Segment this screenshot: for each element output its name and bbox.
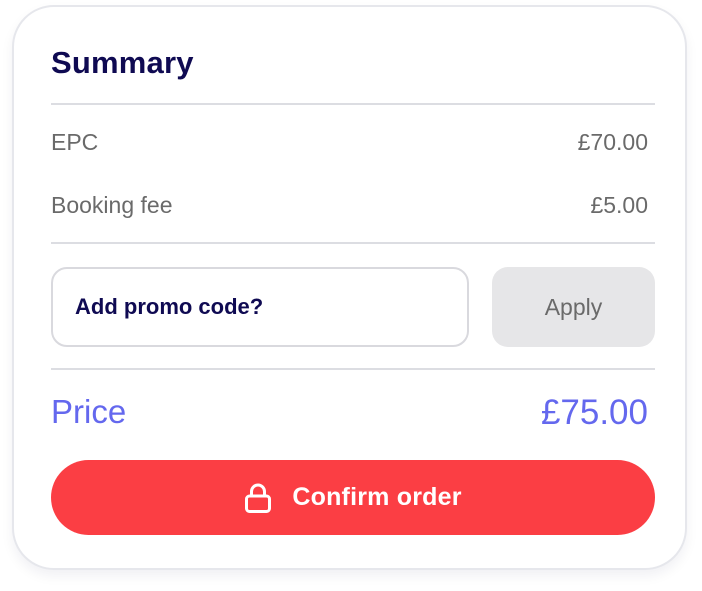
price-label: Price: [51, 393, 127, 430]
price-value: £75.00: [540, 393, 648, 432]
confirm-order-button[interactable]: Confirm order: [51, 460, 655, 535]
divider: [51, 103, 655, 105]
line-item-value-booking-fee: £5.00: [590, 192, 648, 218]
divider: [51, 368, 655, 370]
apply-button[interactable]: Apply: [492, 267, 655, 347]
divider: [51, 242, 655, 244]
order-summary-card: Summary EPC £70.00 Booking fee £5.00 App…: [12, 5, 687, 570]
line-item-label-booking-fee: Booking fee: [51, 192, 173, 218]
lock-icon: [244, 482, 272, 514]
line-item-label-epc: EPC: [51, 129, 99, 155]
line-item-value-epc: £70.00: [577, 129, 648, 155]
confirm-order-label: Confirm order: [292, 483, 462, 511]
summary-title: Summary: [51, 45, 194, 80]
promo-code-input[interactable]: [51, 267, 469, 347]
